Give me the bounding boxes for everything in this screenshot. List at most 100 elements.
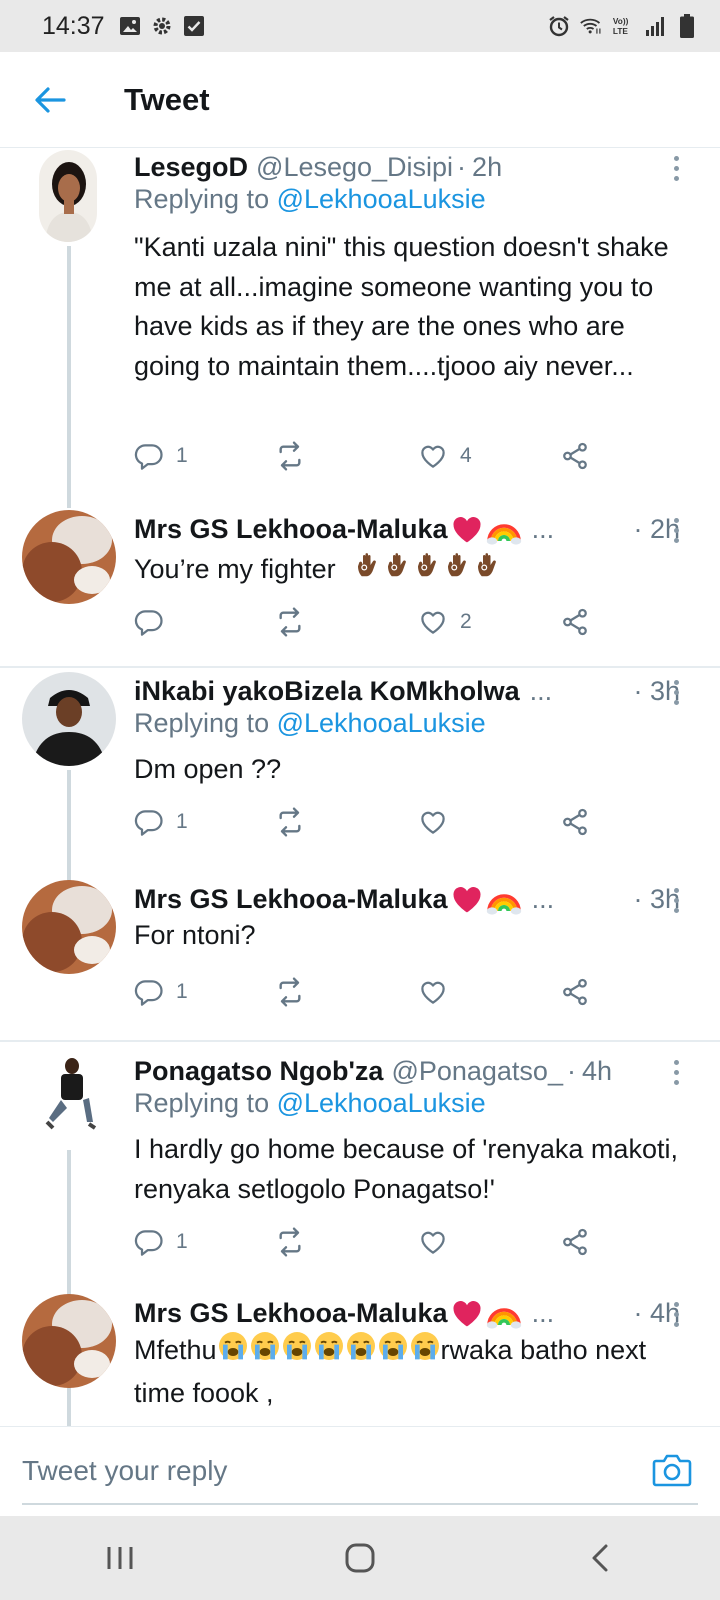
- reply-button[interactable]: 1: [134, 972, 188, 1012]
- svg-text:LTE: LTE: [613, 27, 628, 36]
- more-options-button[interactable]: [666, 1052, 686, 1092]
- tweet-actions: 1: [134, 1222, 604, 1262]
- retweet-button[interactable]: [274, 602, 306, 642]
- retweet-button[interactable]: [274, 802, 306, 842]
- back-button[interactable]: [20, 70, 80, 130]
- replying-to-mention[interactable]: @LekhooaLuksie: [277, 184, 486, 214]
- tweet-ponagatso[interactable]: Ponagatso Ngob'za @Ponagatso_ · 4h Reply…: [0, 1052, 720, 1426]
- replying-to: Replying to @LekhooaLuksie: [134, 184, 486, 215]
- recent-apps-button[interactable]: [80, 1528, 160, 1588]
- alarm-icon: [548, 15, 570, 37]
- avatar[interactable]: [22, 510, 116, 604]
- author-name[interactable]: iNkabi yakoBizela KoMkholwa: [134, 676, 520, 707]
- tweet-thread: LesegoD @Lesego_Disipi · 2h Replying to …: [0, 148, 720, 1426]
- replying-to-prefix: Replying to: [134, 1088, 270, 1118]
- replying-to-prefix: Replying to: [134, 184, 270, 214]
- reply-count: 1: [176, 810, 188, 833]
- avatar[interactable]: [22, 880, 116, 974]
- author-name[interactable]: LesegoD: [134, 152, 248, 183]
- retweet-icon: [274, 440, 306, 472]
- settings-gear-icon: [151, 15, 173, 37]
- like-button[interactable]: 2: [418, 602, 472, 642]
- retweet-button[interactable]: [274, 436, 306, 476]
- name-ellipsis: ...: [531, 1297, 555, 1328]
- tweet-text-prefix: Mfethu: [134, 1334, 217, 1365]
- ok-hand-icon: [383, 550, 413, 592]
- author-name[interactable]: Mrs GS Lekhooa-Maluka: [134, 884, 448, 915]
- name-ellipsis: ...: [529, 675, 553, 706]
- like-icon: [418, 977, 448, 1007]
- tweet-text: Mfethu rwaka batho next time foook ,: [134, 1330, 694, 1413]
- replying-to-prefix: Replying to: [134, 708, 270, 738]
- like-button[interactable]: [418, 972, 448, 1012]
- like-button[interactable]: [418, 802, 448, 842]
- more-options-button[interactable]: [666, 148, 686, 188]
- retweet-button[interactable]: [274, 972, 306, 1012]
- share-button[interactable]: [560, 602, 590, 642]
- reply-button[interactable]: 1: [134, 1222, 188, 1262]
- nav-back-button[interactable]: [560, 1528, 640, 1588]
- author-handle[interactable]: @Lesego_Disipi: [256, 152, 453, 183]
- crying-face-icon: [409, 1330, 441, 1374]
- reply-icon: [134, 977, 164, 1007]
- like-button[interactable]: [418, 1222, 448, 1262]
- more-options-button[interactable]: [666, 880, 686, 920]
- more-options-button[interactable]: [666, 510, 686, 550]
- like-icon: [418, 441, 448, 471]
- share-button[interactable]: [560, 802, 590, 842]
- rainbow-icon: [486, 881, 522, 917]
- share-button[interactable]: [560, 1222, 590, 1262]
- share-button[interactable]: [560, 972, 590, 1012]
- camera-icon: [652, 1454, 692, 1487]
- crying-face-icon: [281, 1330, 313, 1374]
- signal-icon: [644, 15, 666, 37]
- status-system-icons: Vo)) LTE: [548, 14, 698, 38]
- tweet-text: I hardly go home because of 'renyaka mak…: [134, 1134, 678, 1204]
- tweet-text-content: You’re my fighter: [134, 554, 336, 584]
- replying-to-mention[interactable]: @LekhooaLuksie: [277, 708, 486, 738]
- avatar[interactable]: [22, 672, 116, 766]
- checkbox-notification-icon: [183, 15, 205, 37]
- tweet-mrs-gs-3[interactable]: Mrs GS Lekhooa-Maluka ... · 4h Mfethu rwa…: [0, 1294, 720, 1426]
- author-name[interactable]: Ponagatso Ngob'za: [134, 1056, 383, 1087]
- status-bar: 14:37 Vo)) LTE: [0, 0, 720, 52]
- share-button[interactable]: [560, 436, 590, 476]
- avatar[interactable]: [39, 1052, 101, 1146]
- tweet-reply-input[interactable]: Tweet your reply: [22, 1447, 522, 1495]
- tweet-actions: 2: [134, 602, 604, 642]
- tweet-header: iNkabi yakoBizela KoMkholwa ... · 3h: [134, 672, 680, 710]
- tweet-actions: 1: [134, 972, 604, 1012]
- reply-button[interactable]: [134, 602, 176, 642]
- tweet-mrs-gs-1[interactable]: Mrs GS Lekhooa-Maluka ... · 2h You’re my…: [0, 510, 720, 650]
- avatar[interactable]: [39, 150, 97, 242]
- home-button[interactable]: [320, 1528, 400, 1588]
- crying-face-icon: [345, 1330, 377, 1374]
- like-button[interactable]: 4: [418, 436, 472, 476]
- tweet-lesegod[interactable]: LesegoD @Lesego_Disipi · 2h Replying to …: [0, 148, 720, 508]
- author-handle[interactable]: @Ponagatso_: [391, 1056, 563, 1087]
- reply-button[interactable]: 1: [134, 436, 188, 476]
- replying-to-mention[interactable]: @LekhooaLuksie: [277, 1088, 486, 1118]
- more-options-button[interactable]: [666, 1294, 686, 1334]
- avatar[interactable]: [22, 1294, 116, 1388]
- tweet-actions: 1 4: [134, 436, 604, 476]
- tweet-time: 2h: [472, 151, 503, 182]
- wifi-icon: [580, 15, 602, 37]
- tweet-inkabi[interactable]: iNkabi yakoBizela KoMkholwa ... · 3h Rep…: [0, 672, 720, 882]
- red-heart-icon: [450, 512, 484, 546]
- crying-face-icon: [377, 1330, 409, 1374]
- crying-face-icon: [313, 1330, 345, 1374]
- share-icon: [560, 977, 590, 1007]
- camera-button[interactable]: [650, 1449, 694, 1493]
- back-icon: [592, 1544, 608, 1572]
- more-options-button[interactable]: [666, 672, 686, 712]
- tweet-text: For ntoni?: [134, 920, 256, 950]
- arrow-left-icon: [35, 86, 66, 113]
- author-name[interactable]: Mrs GS Lekhooa-Maluka: [134, 514, 448, 545]
- retweet-button[interactable]: [274, 1222, 306, 1262]
- tweet-mrs-gs-2[interactable]: Mrs GS Lekhooa-Maluka ... · 3h For ntoni…: [0, 880, 720, 1020]
- red-heart-icon: [450, 882, 484, 916]
- reply-button[interactable]: 1: [134, 802, 188, 842]
- author-name[interactable]: Mrs GS Lekhooa-Maluka: [134, 1298, 448, 1329]
- ok-hand-icon: [473, 550, 503, 592]
